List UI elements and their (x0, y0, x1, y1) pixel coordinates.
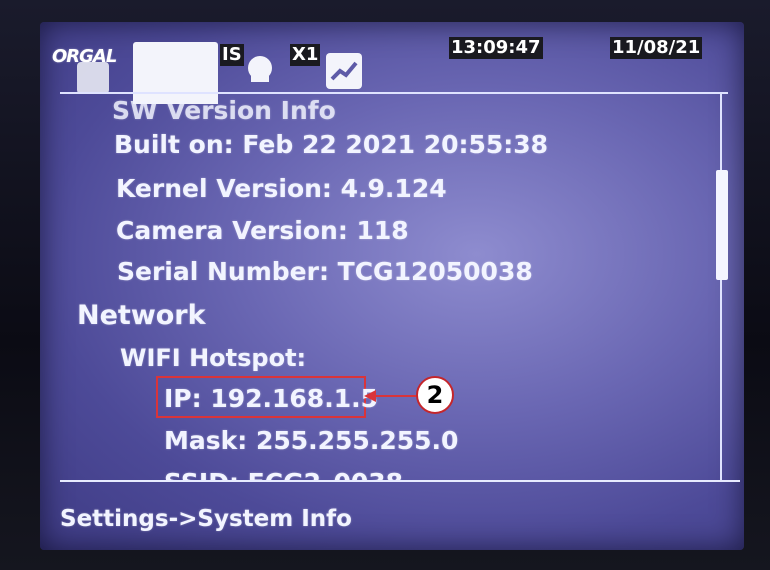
globe-icon[interactable] (245, 54, 275, 84)
wifi-hotspot-label: WIFI Hotspot: (120, 344, 307, 372)
camera-version-row: Camera Version: 118 (116, 216, 409, 245)
truncated-section-title: SW Version Info (112, 96, 336, 125)
breadcrumb: Settings->System Info (60, 506, 352, 532)
zoom-badge: X1 (290, 44, 321, 66)
clock-time: 13:09:47 (449, 37, 543, 59)
image-icon[interactable] (326, 53, 362, 89)
clock-date: 11/08/21 (610, 37, 703, 59)
is-badge: IS (220, 44, 244, 66)
document-icon[interactable] (77, 62, 109, 94)
network-heading: Network (77, 300, 206, 331)
ssid-row: SSID: FCG2_0038 (164, 468, 403, 480)
system-info-list[interactable]: SW Version Info Built on: Feb 22 2021 20… (40, 94, 710, 480)
kernel-version-row: Kernel Version: 4.9.124 (116, 174, 447, 203)
scrollbar-track[interactable] (720, 94, 722, 480)
scrollbar-thumb[interactable] (716, 170, 728, 280)
callout-number: 2 (416, 376, 454, 414)
device-screen: ORGAL IS X1 13:09:47 11/08/21 SW Version… (40, 22, 744, 550)
serial-number-row: Serial Number: TCG12050038 (117, 257, 533, 286)
image-glyph (330, 61, 358, 81)
built-on-row: Built on: Feb 22 2021 20:55:38 (114, 130, 549, 159)
mask-row: Mask: 255.255.255.0 (164, 426, 459, 455)
ip-address-row: IP: 192.168.1.5 (164, 384, 378, 413)
footer-divider (60, 480, 740, 482)
